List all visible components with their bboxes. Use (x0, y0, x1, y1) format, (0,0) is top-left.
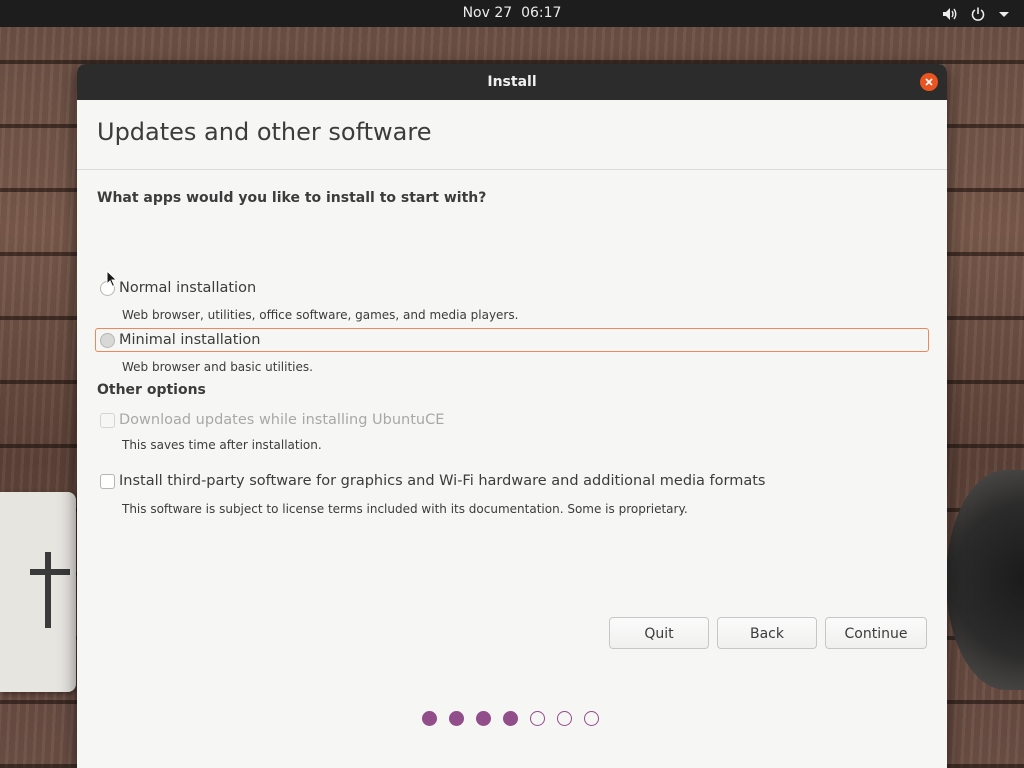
window-title: Install (487, 74, 537, 90)
window-titlebar[interactable]: Install (77, 64, 947, 100)
progress-dot (557, 711, 572, 726)
system-tray[interactable] (942, 0, 1010, 27)
third-party-software-option[interactable]: Install third-party software for graphic… (95, 470, 765, 492)
clock-date: Nov 27 (462, 5, 513, 21)
progress-dot (422, 711, 437, 726)
third-party-software-label: Install third-party software for graphic… (119, 473, 766, 489)
third-party-software-checkbox[interactable] (100, 473, 115, 489)
minimal-installation-radio[interactable] (100, 332, 115, 348)
download-updates-option: Download updates while installing Ubuntu… (95, 409, 444, 431)
normal-installation-label: Normal installation (119, 280, 257, 296)
quit-button[interactable]: Quit (609, 617, 709, 649)
normal-installation-option[interactable]: Normal installation (95, 277, 256, 299)
dropdown-arrow-icon[interactable] (998, 6, 1010, 22)
page-header: Updates and other software (77, 100, 947, 170)
download-updates-checkbox (100, 412, 115, 428)
other-options-heading: Other options (97, 382, 206, 398)
mouse-cursor-icon (106, 270, 118, 288)
volume-icon[interactable] (942, 6, 958, 22)
desktop-card-decoration (0, 492, 76, 692)
apps-section-heading: What apps would you like to install to s… (97, 190, 487, 206)
download-updates-label: Download updates while installing Ubuntu… (119, 412, 445, 428)
top-panel: Nov 27 06:17 (0, 0, 1024, 27)
page-title: Updates and other software (97, 118, 432, 146)
progress-dot (530, 711, 545, 726)
back-button[interactable]: Back (717, 617, 817, 649)
progress-dots (422, 711, 599, 726)
progress-dot (476, 711, 491, 726)
progress-dot (503, 711, 518, 726)
minimal-installation-label: Minimal installation (119, 332, 261, 348)
clock-time: 06:17 (521, 5, 562, 21)
cross-icon (30, 552, 70, 628)
installer-window: Install Updates and other software What … (77, 64, 947, 768)
normal-installation-description: Web browser, utilities, office software,… (122, 308, 519, 322)
desktop-cup-decoration (946, 470, 1024, 690)
clock[interactable]: Nov 27 06:17 (0, 0, 1024, 27)
continue-button[interactable]: Continue (825, 617, 927, 649)
third-party-software-description: This software is subject to license term… (122, 502, 688, 516)
progress-dot (584, 711, 599, 726)
close-icon (925, 78, 933, 86)
progress-dot (449, 711, 464, 726)
download-updates-description: This saves time after installation. (122, 438, 322, 452)
close-button[interactable] (920, 73, 938, 91)
minimal-installation-option[interactable]: Minimal installation (95, 329, 260, 351)
power-icon[interactable] (970, 6, 986, 22)
minimal-installation-description: Web browser and basic utilities. (122, 360, 313, 374)
